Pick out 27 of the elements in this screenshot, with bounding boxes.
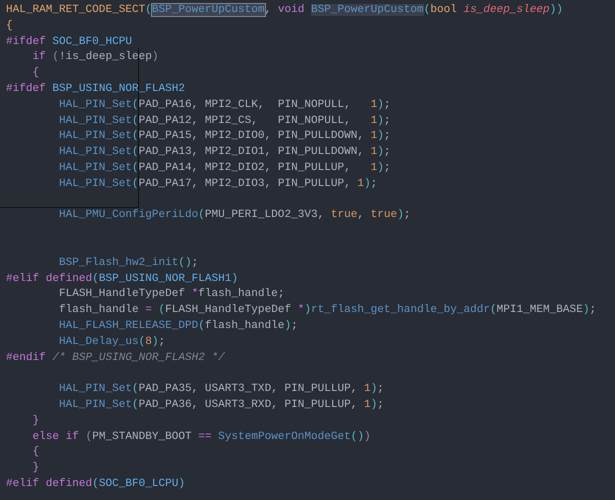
code-line: else if (PM_STANDBY_BOOT == SystemPowerOnModeGet()) [32,430,372,445]
code-line: HAL_PMU_ConfigPeriLdo(PMU_PERI_LDO2_3V3, true, true); [58,208,412,224]
code-line: HAL_PIN_Set(PAD_PA36, USART3_RXD, PIN_PULLUP, 1); [58,398,385,413]
code-line: #ifdef BSP_USING_NOR_FLASH2 [6,82,186,97]
code-line: HAL_FLASH_RELEASE_DPD(flash_handle); [58,318,299,334]
code-line: HAL_PIN_Set(PAD_PA13, MPI2_DIO1, PIN_PULLDOWN, 1); [58,145,392,160]
code-line: flash_handle = (FLASH_HandleTypeDef *)rt_flash_get_handle_by_addr(MPI1_MEM_BASE); [58,303,598,318]
code-line: HAL_PIN_Set(PAD_PA16, MPI2_CLK, PIN_NOPULL, 1); [58,98,392,113]
code-line: #ifdef SOC_BF0_HCPU [6,34,133,50]
code-line: } [32,414,40,429]
code-line: BSP_Flash_hw2_init(); [58,256,200,271]
code-line: { [32,66,40,82]
code-line: HAL_PIN_Set(PAD_PA14, MPI2_DIO2, PIN_PULLUP, 1); [58,160,392,176]
code-line: HAL_PIN_Set(PAD_PA12, MPI2_CS, PIN_NOPULL, 1); [58,114,392,129]
code-line: HAL_PIN_Set(PAD_PA15, MPI2_DIO0, PIN_PULLDOWN, 1); [58,129,392,144]
code-line: FLASH_HandleTypeDef *flash_handle; [58,287,286,302]
code-line: { [32,445,40,460]
code-line: } [32,461,40,476]
code-line: HAL_PIN_Set(PAD_PA35, USART3_TXD, PIN_PULLUP, 1); [58,382,385,398]
code-line: #endif /* BSP_USING_NOR_FLASH2 */ [6,350,226,366]
code-line: { [6,18,14,34]
code-line: HAL_Delay_us(8); [58,334,166,350]
code-line: HAL_PIN_Set(PAD_PA17, MPI2_DIO3, PIN_PULLUP, 1); [58,176,378,192]
code-line: if (!is_deep_sleep) [32,50,160,66]
code-line: #elif defined(SOC_BF0_LCPU) [6,476,186,492]
code-line: HAL_RAM_RET_CODE_SECT(BSP_PowerUpCustom, void BSP_PowerUpCustom(bool is_deep_sleep)) [6,3,564,18]
code-line: #elif defined(BSP_USING_NOR_FLASH1) [6,272,240,287]
